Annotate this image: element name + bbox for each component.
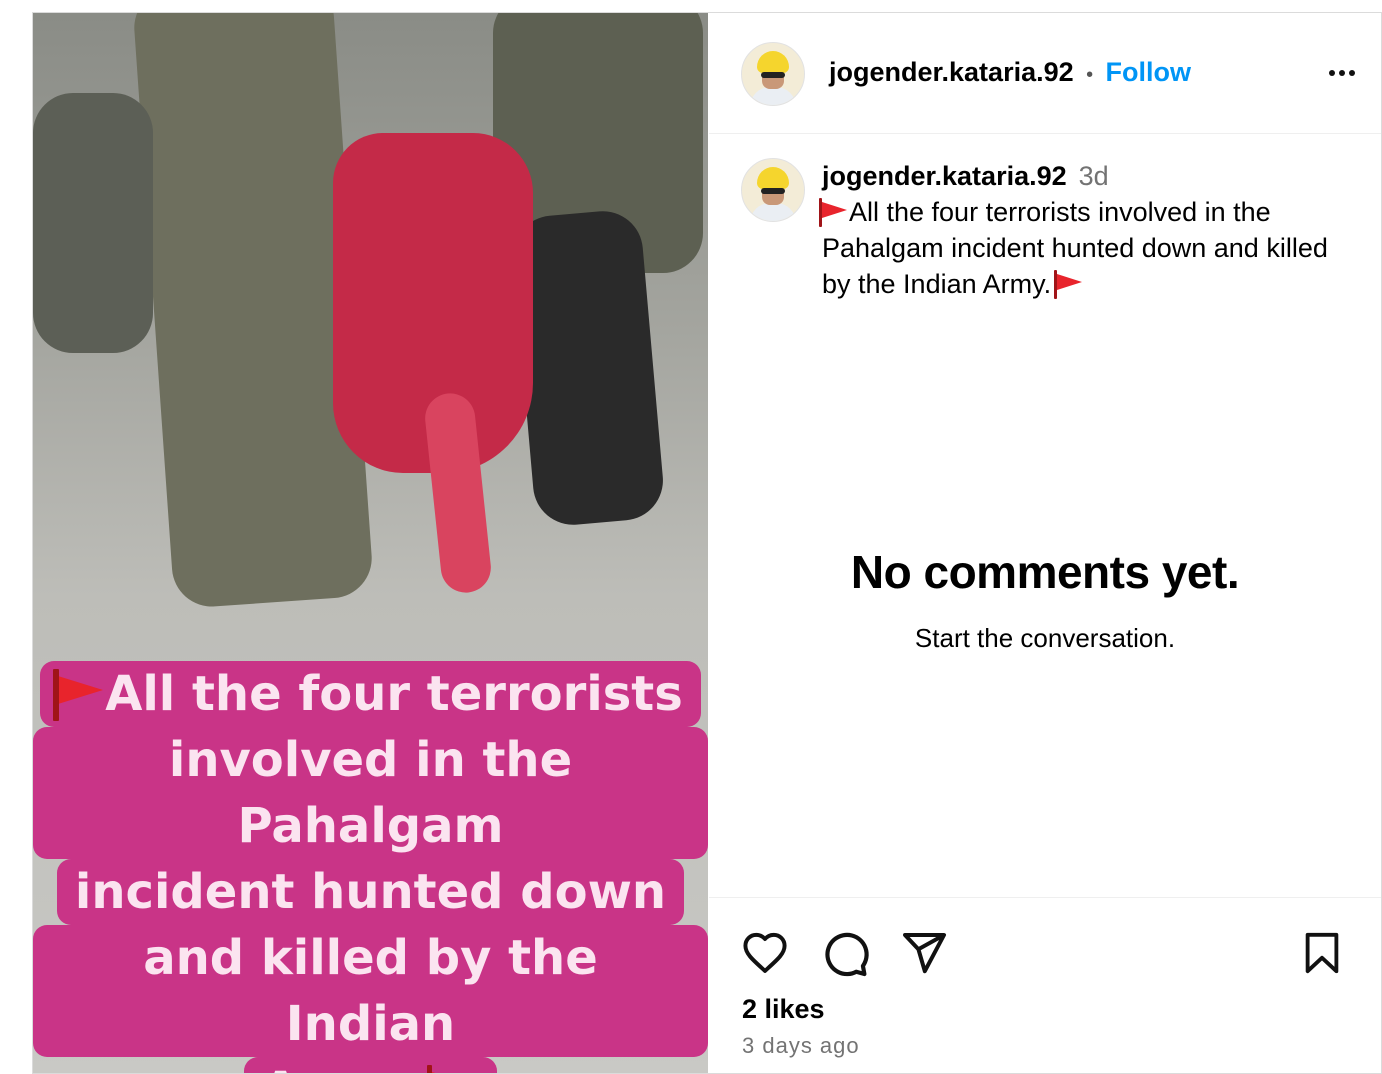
header-user-line: jogender.kataria.92 • Follow xyxy=(829,57,1191,88)
soldier-figure xyxy=(509,207,667,529)
bookmark-icon[interactable] xyxy=(1299,928,1345,983)
red-flag-icon xyxy=(818,197,847,228)
heart-icon[interactable] xyxy=(740,928,790,983)
overlay-line: involved in the Pahalgam xyxy=(33,727,708,859)
share-icon[interactable] xyxy=(900,928,948,983)
side-panel: jogender.kataria.92 • Follow jogender.ka… xyxy=(709,13,1381,1073)
no-comments-subtitle: Start the conversation. xyxy=(914,623,1176,653)
overlay-line: and killed by the Indian xyxy=(33,925,708,1057)
no-comments-title: No comments yet. xyxy=(850,546,1240,598)
video-caption-overlay: All the four terrorists involved in the … xyxy=(33,661,708,1073)
post-header: jogender.kataria.92 • Follow xyxy=(709,13,1381,134)
actions-bar: 2 likes 3 days ago xyxy=(709,897,1381,1073)
more-options-icon[interactable] xyxy=(1327,63,1357,81)
post-timestamp[interactable]: 3 days ago xyxy=(742,1033,860,1059)
likes-count[interactable]: 2 likes xyxy=(742,994,825,1025)
separator-dot: • xyxy=(1086,64,1094,86)
red-flag-icon xyxy=(52,668,104,722)
red-flag-icon xyxy=(1053,269,1083,300)
soldier-figure xyxy=(33,93,153,353)
caption-time[interactable]: 3d xyxy=(1079,161,1109,191)
overlay-line: incident hunted down xyxy=(56,859,685,925)
comments-empty-state: No comments yet. Start the conversation. xyxy=(709,545,1381,654)
post-container: All the four terrorists involved in the … xyxy=(32,12,1382,1074)
header-username[interactable]: jogender.kataria.92 xyxy=(829,57,1074,87)
red-flag-icon xyxy=(426,1064,477,1073)
overlay-line: Army. xyxy=(244,1057,497,1073)
caption-avatar[interactable] xyxy=(741,158,805,222)
follow-button[interactable]: Follow xyxy=(1106,57,1191,87)
overlay-line: All the four terrorists xyxy=(40,661,701,727)
post-video[interactable]: All the four terrorists involved in the … xyxy=(33,13,708,1073)
avatar[interactable] xyxy=(741,42,805,106)
comment-icon[interactable] xyxy=(820,928,870,983)
caption-username[interactable]: jogender.kataria.92 xyxy=(822,161,1067,191)
caption-text: jogender.kataria.92 3d All the four terro… xyxy=(818,158,1342,302)
